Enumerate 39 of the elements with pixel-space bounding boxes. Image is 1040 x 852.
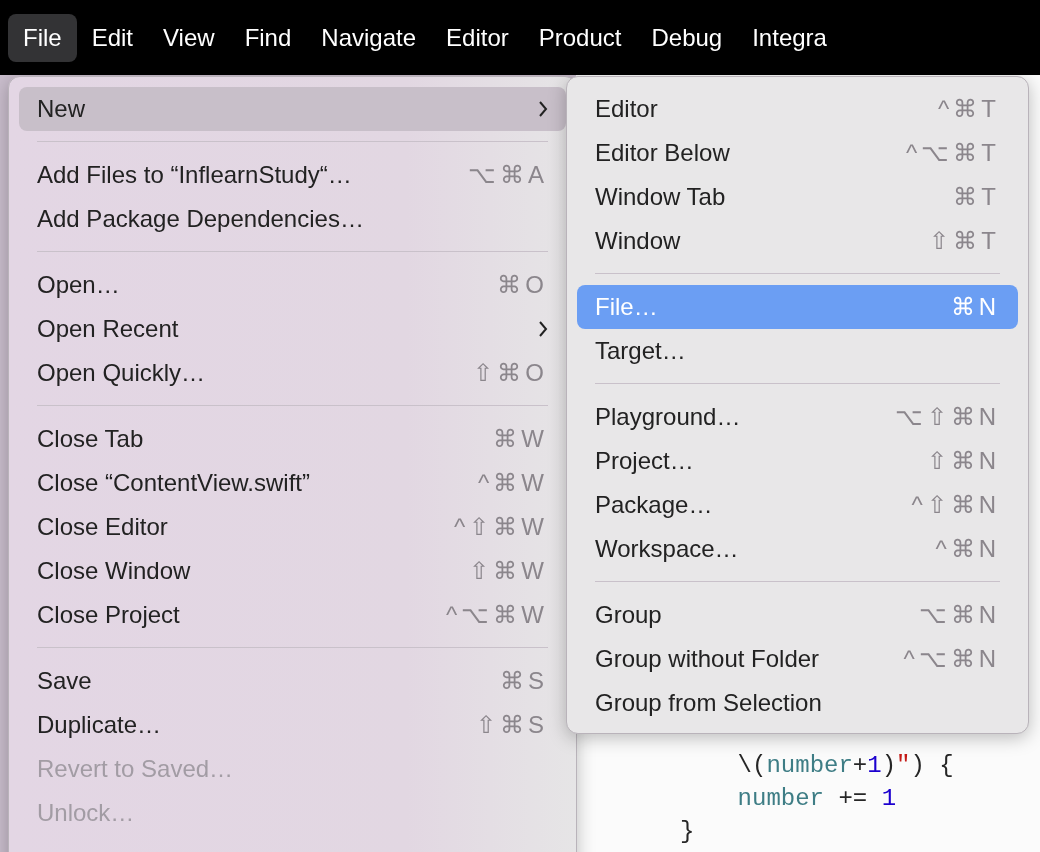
- code-line: number += 1: [736, 784, 898, 814]
- menu-item[interactable]: Group without Folder ^⌥⌘N: [577, 637, 1018, 681]
- menu-item[interactable]: Open Recent: [19, 307, 566, 351]
- menu-item[interactable]: Duplicate… ⇧⌘S: [19, 703, 566, 747]
- code-line: \(number+1)") {: [736, 751, 955, 781]
- menu-bar-item[interactable]: Navigate: [306, 13, 432, 62]
- menu-item[interactable]: Group ⌥⌘N: [577, 593, 1018, 637]
- menu-item[interactable]: Save ⌘S: [19, 659, 566, 703]
- chevron-icon: [538, 321, 548, 337]
- menu-item[interactable]: Project… ⇧⌘N: [577, 439, 1018, 483]
- menu-bar-item[interactable]: View: [148, 13, 230, 62]
- menu-bar-item[interactable]: Product: [523, 13, 637, 62]
- code-line: }: [680, 817, 696, 847]
- menu-item[interactable]: Close “ContentView.swift” ^⌘W: [19, 461, 566, 505]
- chevron-icon: [538, 101, 548, 117]
- menu-item[interactable]: Workspace… ^⌘N: [577, 527, 1018, 571]
- menu-bar-item[interactable]: Integra: [737, 13, 842, 62]
- menu-item[interactable]: Playground… ⌥⇧⌘N: [577, 395, 1018, 439]
- menu-item[interactable]: New: [19, 87, 566, 131]
- menu-item[interactable]: Close Editor ^⇧⌘W: [19, 505, 566, 549]
- menu-item[interactable]: Window ⇧⌘T: [577, 219, 1018, 263]
- menu-item[interactable]: Add Package Dependencies…: [19, 197, 566, 241]
- menu-item[interactable]: Target…: [577, 329, 1018, 373]
- menu-item[interactable]: Editor ^⌘T: [577, 87, 1018, 131]
- menu-bar-item[interactable]: Edit: [76, 13, 149, 62]
- menu-item[interactable]: Add Files to “InflearnStudy“… ⌥⌘A: [19, 153, 566, 197]
- menu-item[interactable]: Open Quickly… ⇧⌘O: [19, 351, 566, 395]
- menu-item[interactable]: Package… ^⇧⌘N: [577, 483, 1018, 527]
- menu-item[interactable]: Editor Below ^⌥⌘T: [577, 131, 1018, 175]
- menu-bar-item[interactable]: File: [8, 13, 77, 62]
- menu-item[interactable]: Close Window ⇧⌘W: [19, 549, 566, 593]
- menu-bar-item[interactable]: Find: [229, 13, 307, 62]
- menu-item[interactable]: Close Tab ⌘W: [19, 417, 566, 461]
- menu-bar-item[interactable]: Editor: [431, 13, 524, 62]
- menu-item[interactable]: Group from Selection: [577, 681, 1018, 725]
- menu-item[interactable]: Open… ⌘O: [19, 263, 566, 307]
- menu-bar-item[interactable]: Debug: [636, 13, 738, 62]
- menu-item[interactable]: Window Tab ⌘T: [577, 175, 1018, 219]
- menu-item[interactable]: Close Project ^⌥⌘W: [19, 593, 566, 637]
